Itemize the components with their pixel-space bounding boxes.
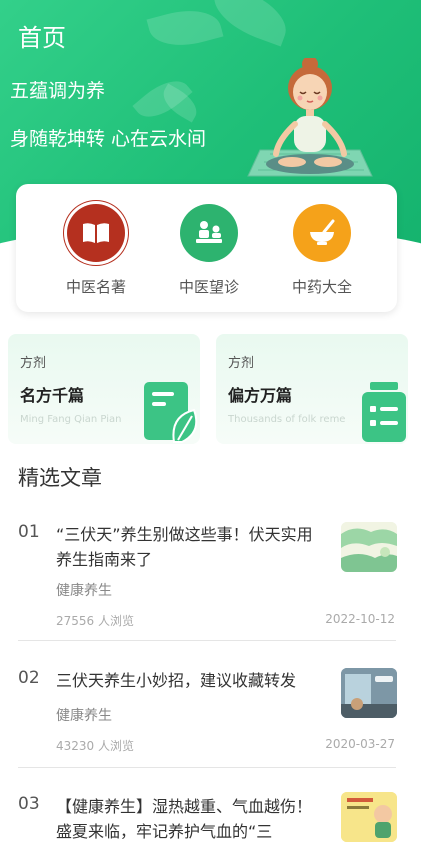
- category-diagnosis[interactable]: 中医望诊: [159, 204, 259, 297]
- article-item[interactable]: 03 【健康养生】湿热越重、气血越伤！盛夏来临，牢记养护气血的“三: [0, 792, 421, 842]
- article-date: 2020-03-27: [325, 737, 395, 751]
- category-label: 中医望诊: [178, 278, 239, 296]
- category-classics[interactable]: 中医名著: [46, 204, 146, 297]
- page-title: 首页: [18, 24, 66, 52]
- promo-tag: 方剂: [228, 356, 255, 371]
- document-leaf-icon: [144, 382, 198, 443]
- promo-subtitle: Thousands of folk reme: [228, 414, 346, 425]
- divider: [18, 767, 396, 768]
- article-title: “三伏天”养生别做这些事！伏天实用养生指南来了: [56, 525, 313, 569]
- article-thumbnail: [341, 792, 397, 842]
- article-title: 【健康养生】湿热越重、气血越伤！盛夏来临，牢记养护气血的“三: [56, 797, 313, 841]
- category-label: 中药大全: [291, 278, 352, 296]
- article-category: 健康养生: [56, 583, 112, 599]
- section-title: 精选文章: [18, 466, 102, 490]
- article-item[interactable]: 02 三伏天养生小妙招，建议收藏转发 健康养生 43230 人浏览 2020-0…: [0, 668, 421, 768]
- slogan-line-1: 五蕴调为养: [10, 80, 106, 102]
- article-views: 43230 人浏览: [56, 739, 134, 753]
- article-date: 2022-10-12: [325, 612, 395, 626]
- slogan-line-2: 身随乾坤转 心在云水间: [10, 128, 207, 150]
- article-views: 27556 人浏览: [56, 614, 134, 628]
- article-item[interactable]: 01 “三伏天”养生别做这些事！伏天实用养生指南来了 健康养生 27556 人浏…: [0, 522, 421, 642]
- article-number: 03: [18, 794, 40, 814]
- promo-tag: 方剂: [20, 356, 47, 371]
- promo-subtitle: Ming Fang Qian Pian: [20, 414, 122, 425]
- medicine-bottle-icon: [362, 382, 406, 442]
- category-label: 中医名著: [65, 278, 126, 296]
- promo-title: 名方千篇: [20, 386, 85, 405]
- promo-famous-prescriptions[interactable]: 方剂 名方千篇 Ming Fang Qian Pian: [8, 334, 200, 444]
- diagnosis-icon: [180, 204, 238, 262]
- divider: [18, 640, 396, 641]
- promo-title: 偏方万篇: [228, 386, 293, 405]
- article-number: 01: [18, 522, 40, 542]
- article-title: 三伏天养生小妙招，建议收藏转发: [56, 671, 297, 690]
- category-card: 中医名著 中医望诊 中药大全: [16, 184, 397, 312]
- category-herbs[interactable]: 中药大全: [272, 204, 372, 297]
- leaf-decoration: [146, 1, 224, 55]
- mortar-icon: [293, 204, 351, 262]
- book-icon: [67, 204, 125, 262]
- article-thumbnail: [341, 668, 397, 718]
- article-category: 健康养生: [56, 708, 112, 724]
- meditation-illustration: [247, 58, 373, 177]
- article-number: 02: [18, 668, 40, 688]
- promo-folk-remedies[interactable]: 方剂 偏方万篇 Thousands of folk reme: [216, 334, 408, 444]
- article-thumbnail: [341, 522, 397, 572]
